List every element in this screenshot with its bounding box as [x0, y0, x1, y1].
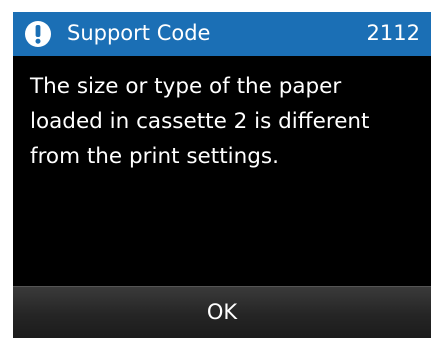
message-line-1: The size or type of the paper — [30, 74, 342, 99]
ok-button[interactable]: OK — [13, 286, 431, 338]
title-bar: Support Code 2112 — [13, 12, 431, 56]
printer-lcd-screen: Support Code 2112 The size or type of th… — [13, 12, 431, 338]
support-code-number: 2112 — [366, 21, 420, 45]
exclamation-circle-icon — [25, 21, 51, 47]
message-line-2: loaded in cassette 2 is different — [30, 109, 370, 134]
dialog-title: Support Code — [67, 21, 211, 45]
message-line-3: from the print settings. — [30, 144, 279, 169]
error-message: The size or type of the paper loaded in … — [30, 69, 422, 174]
